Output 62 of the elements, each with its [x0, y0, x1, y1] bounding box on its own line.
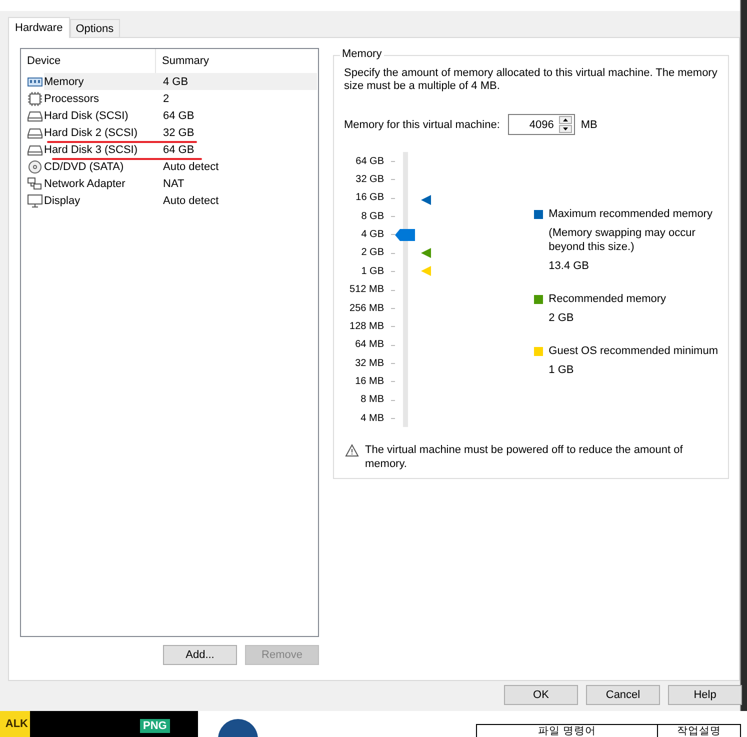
file-badge: PNG: [140, 719, 170, 733]
tick-label: 256 MB: [348, 302, 384, 316]
add-button[interactable]: Add...: [163, 645, 237, 665]
tick-label: 64 GB: [354, 154, 384, 169]
monitor-icon: [27, 194, 43, 208]
device-summary: Auto detect: [162, 160, 220, 174]
network-icon: [27, 176, 43, 190]
device-name[interactable]: Hard Disk 3 (SCSI): [44, 141, 138, 158]
tick-label: 8 MB: [360, 393, 384, 408]
device-name[interactable]: Network Adapter: [44, 175, 126, 192]
device-name[interactable]: Hard Disk (SCSI): [44, 107, 128, 124]
device-summary: 2: [162, 92, 170, 106]
tick-label: 4 GB: [360, 228, 384, 242]
legend-title: Guest OS recommended minimum: [548, 345, 718, 357]
tick-label: 4 MB: [360, 412, 384, 426]
tick-label: 32 MB: [354, 356, 384, 371]
device-summary: 4 GB: [157, 73, 317, 90]
tick-label: 16 MB: [354, 374, 384, 389]
device-name[interactable]: Processors: [44, 90, 100, 107]
device-name[interactable]: Display: [44, 192, 80, 209]
legend-note: (Memory swapping may occur beyond this size.): [548, 226, 696, 254]
group-title: Memory: [340, 48, 384, 60]
device-name[interactable]: CD/DVD (SATA): [44, 158, 124, 175]
warning-icon: [345, 444, 359, 458]
disc-icon: [27, 160, 43, 174]
tick-label: 1 GB: [360, 264, 384, 279]
device-summary: NAT: [162, 176, 186, 192]
tick-label: 64 MB: [354, 338, 384, 352]
device-summary: 64 GB: [162, 142, 196, 158]
legend-value: 2 GB: [548, 311, 575, 325]
unit-label: MB: [580, 118, 598, 130]
chip-icon: [27, 92, 43, 106]
description: Specify the amount of memory allocated to this virtual machine. The memory size must be a multiple of 4 MB.: [344, 67, 718, 93]
memory-module-icon: [27, 74, 43, 88]
tick-label: 32 GB: [354, 173, 384, 188]
device-summary: Auto detect: [162, 194, 220, 208]
tab[interactable]: Options: [70, 19, 120, 37]
table-cell: 파일 명령어: [477, 725, 658, 737]
device-name[interactable]: Memory: [44, 73, 157, 90]
tick-label: 512 MB: [348, 283, 384, 298]
app-label: ALK: [0, 711, 30, 737]
tab[interactable]: Hardware: [8, 17, 70, 38]
device-name[interactable]: Hard Disk 2 (SCSI): [44, 124, 138, 141]
table-cell: 작업설명: [658, 725, 741, 737]
tick-label: 16 GB: [354, 191, 384, 206]
dialog-button[interactable]: OK: [504, 685, 578, 705]
field-label: Memory for this virtual machine:: [344, 118, 500, 130]
warning-text: The virtual machine must be powered off to reduce the amount of memory.: [365, 443, 684, 472]
slider-thumb[interactable]: [395, 228, 415, 240]
legend-title: Recommended memory: [548, 293, 666, 305]
legend-title: Maximum recommended memory: [548, 208, 712, 220]
column-header[interactable]: Summary: [156, 49, 210, 73]
device-summary: 32 GB: [162, 126, 196, 140]
dialog-button[interactable]: Help: [668, 685, 742, 705]
legend-value: 1 GB: [548, 363, 575, 377]
tick-label: 8 GB: [360, 210, 384, 224]
spin-buttons[interactable]: [556, 114, 575, 135]
tick-label: 128 MB: [348, 320, 384, 334]
tick-label: 2 GB: [360, 246, 384, 260]
dialog-button[interactable]: Cancel: [586, 685, 660, 705]
legend-value: 13.4 GB: [548, 259, 590, 273]
device-summary: 64 GB: [162, 108, 196, 124]
